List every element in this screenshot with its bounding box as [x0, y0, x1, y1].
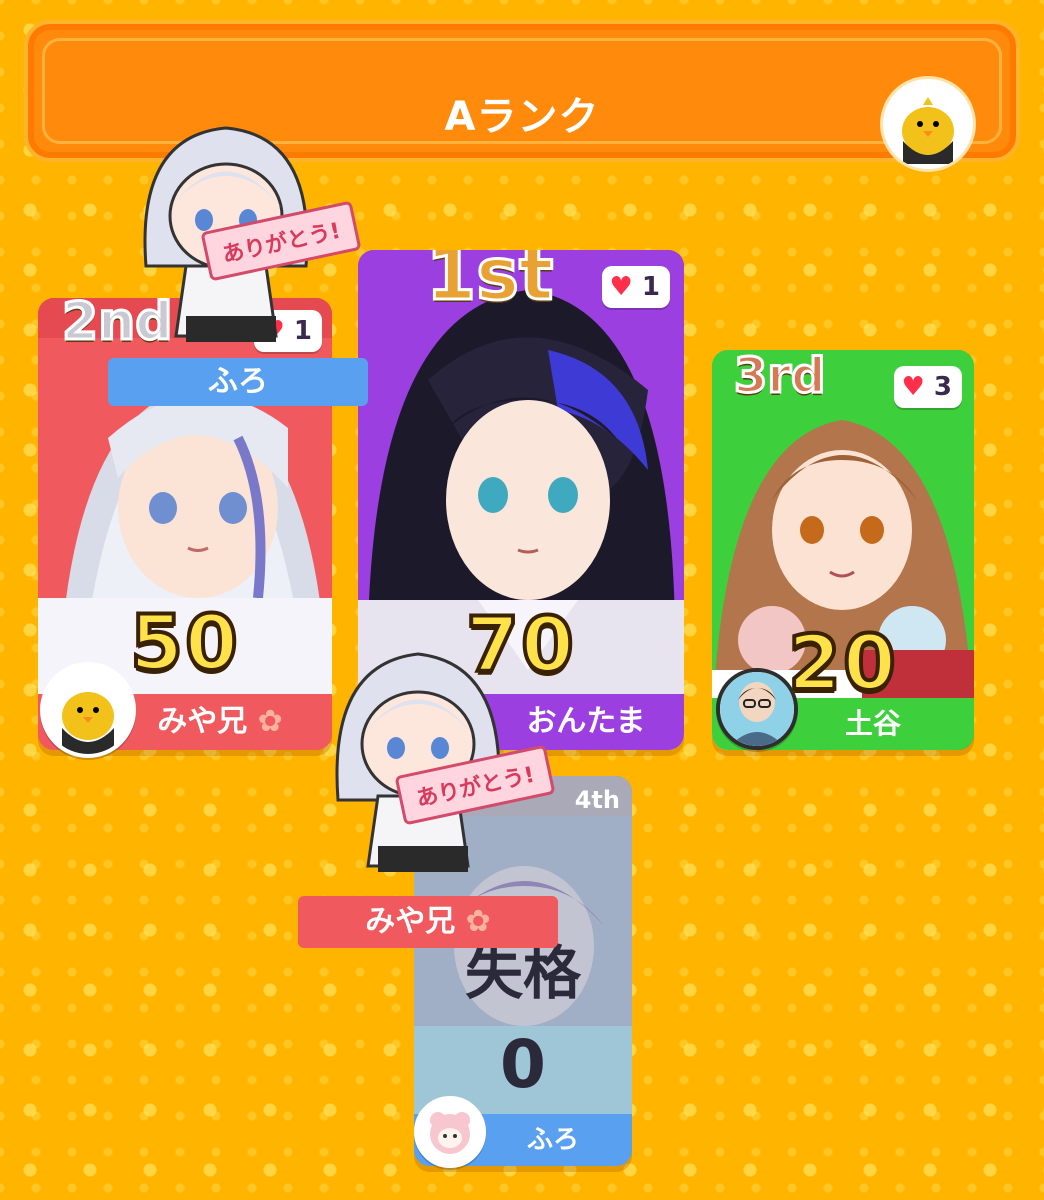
likes-count: 3	[933, 372, 952, 402]
heart-icon: ♥	[901, 372, 925, 402]
person-icon	[720, 672, 794, 746]
likes-count: 1	[641, 272, 660, 302]
chick-icon	[62, 692, 114, 754]
thanks-name-text: みや兄	[365, 904, 456, 939]
heart-icon: ♥	[609, 272, 633, 302]
likes-badge[interactable]: ♥ 3	[893, 366, 962, 408]
player-avatar-tsuchiya[interactable]	[716, 668, 798, 750]
rank-label: 3rd	[732, 350, 826, 406]
chick-mark-icon: ✿	[257, 704, 283, 739]
score-value: 0	[500, 1026, 546, 1103]
player-avatar-furo[interactable]	[414, 1096, 486, 1168]
likes-badge[interactable]: ♥ 1	[601, 266, 670, 308]
rank-label: 4th	[574, 786, 620, 814]
chick-icon	[902, 97, 954, 164]
chick-mark-icon: ✿	[465, 904, 491, 939]
thanks-name-top: ふろ	[108, 358, 368, 406]
player-name: 土谷	[844, 707, 901, 740]
user-avatar-button[interactable]	[880, 76, 976, 172]
player-avatar-miyaani[interactable]	[40, 662, 136, 758]
thanks-name-bottom: みや兄 ✿	[298, 896, 558, 948]
rank-label: 1st	[424, 250, 554, 318]
sheep-icon	[418, 1100, 482, 1164]
